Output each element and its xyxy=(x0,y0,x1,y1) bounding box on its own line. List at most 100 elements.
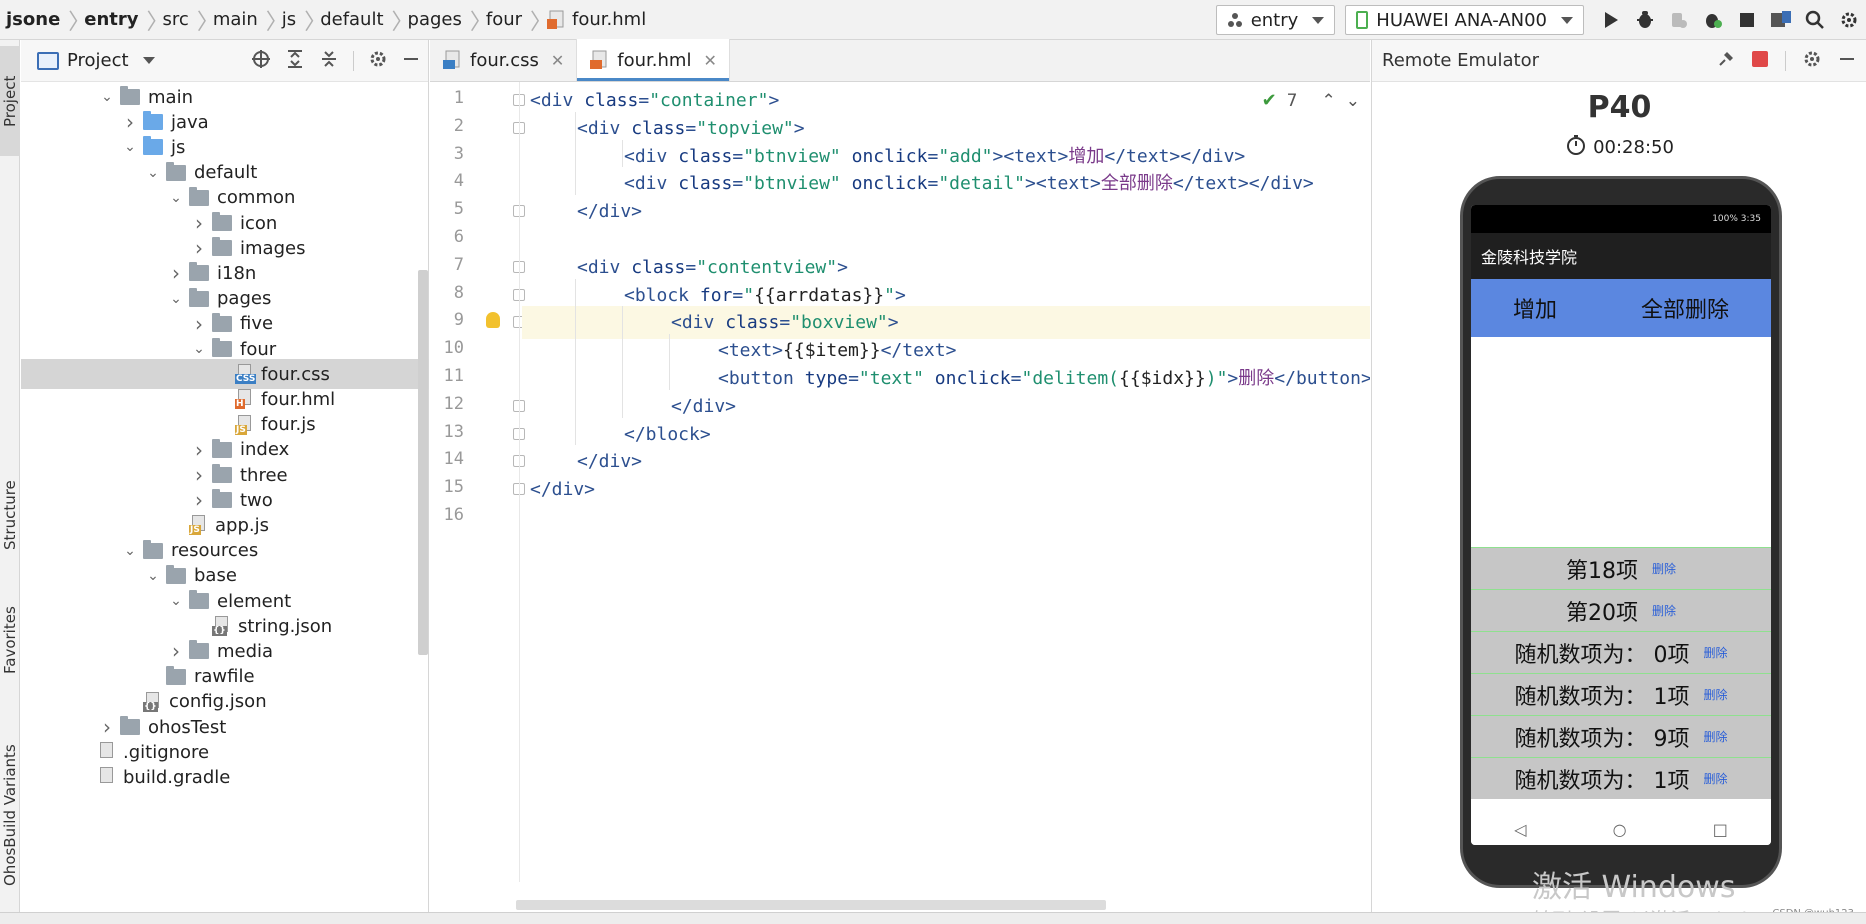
breadcrumb-item[interactable]: default xyxy=(314,0,391,40)
structure-tool-tab[interactable]: Structure xyxy=(0,460,20,570)
delete-item-button[interactable]: 删除 xyxy=(1703,686,1727,703)
line-number: 15 xyxy=(443,477,464,498)
tree-item-label: base xyxy=(194,565,237,587)
tree-item-label: icon xyxy=(240,212,278,234)
device-manager-icon[interactable] xyxy=(1764,0,1798,40)
breadcrumb-item[interactable]: pages xyxy=(402,0,470,40)
folder-icon xyxy=(189,186,209,206)
stop-icon[interactable] xyxy=(1730,0,1764,40)
code-token: > xyxy=(887,312,899,334)
close-icon[interactable]: ✕ xyxy=(703,51,716,70)
breadcrumb-item[interactable]: four.hml xyxy=(540,0,654,40)
delete-item-button[interactable]: 删除 xyxy=(1652,560,1676,577)
list-item-text: 随机数项为： 1项 xyxy=(1514,684,1690,710)
add-button[interactable]: 增加 xyxy=(1513,292,1557,324)
breadcrumb-item[interactable]: four xyxy=(480,0,530,40)
collapse-all-icon[interactable] xyxy=(319,49,339,74)
recents-icon[interactable]: □ xyxy=(1713,820,1728,839)
code-token: </text> xyxy=(880,340,957,362)
code-token: > xyxy=(793,117,805,139)
debug-icon[interactable] xyxy=(1628,0,1662,40)
delete-item-button[interactable]: 删除 xyxy=(1652,602,1676,619)
code-token: > xyxy=(768,90,780,111)
code-token: </text></div> xyxy=(1172,173,1314,195)
list-item-text: 第20项 xyxy=(1565,600,1638,626)
breadcrumb-item[interactable]: jsone xyxy=(0,0,68,40)
css-file-icon: CSS xyxy=(235,364,257,385)
breadcrumb-item[interactable]: main xyxy=(207,0,266,40)
device-selector[interactable]: HUAWEI ANA-AN00 xyxy=(1345,5,1584,35)
code-token: class xyxy=(631,256,686,278)
breadcrumb-separator: 〉 xyxy=(265,9,288,35)
code-line[interactable] xyxy=(522,501,1370,534)
code-token: </text></div> xyxy=(1104,145,1246,167)
list-item: 第18项 删除 xyxy=(1471,547,1771,589)
project-tool-tab[interactable]: Project xyxy=(0,46,20,156)
status-bar: 100% 3:35 xyxy=(1471,205,1771,233)
code-token: ><text> xyxy=(1025,173,1101,195)
search-icon[interactable] xyxy=(1798,0,1832,40)
editor-tab[interactable]: four.hml ✕ xyxy=(577,39,730,81)
code-token: </block> xyxy=(624,423,711,445)
delete-item-button[interactable]: 删除 xyxy=(1703,644,1727,661)
list-item-text: 随机数项为： 0项 xyxy=(1514,642,1690,668)
breadcrumb-item[interactable]: src xyxy=(157,0,197,40)
delete-item-button[interactable]: 删除 xyxy=(1703,728,1727,745)
hide-panel-icon[interactable] xyxy=(402,50,420,73)
tree-item-label: .gitignore xyxy=(123,741,210,763)
expand-all-icon[interactable] xyxy=(285,49,305,74)
project-panel-title[interactable]: Project xyxy=(67,50,129,71)
chevron-up-icon[interactable]: ⌃ xyxy=(1322,91,1336,111)
settings-icon[interactable] xyxy=(1832,0,1866,40)
code-token: class xyxy=(631,117,686,139)
phone-screen[interactable]: 100% 3:35 金陵科技学院 增加 全部删除 第18项 删除 第20项 删除 随机数… xyxy=(1471,205,1771,845)
tree-item[interactable]: build.gradle xyxy=(21,762,429,792)
inspection-widget[interactable]: ✔ 7 ⌃ ⌄ xyxy=(1262,90,1360,111)
code-token: = xyxy=(927,145,939,167)
chevron-down-icon[interactable] xyxy=(142,57,155,64)
build-variants-tool-tab[interactable]: OhosBuild Variants xyxy=(0,715,20,915)
locate-icon[interactable] xyxy=(251,49,271,74)
favorites-tool-tab[interactable]: Favorites xyxy=(0,585,20,695)
module-selector[interactable]: entry xyxy=(1215,5,1336,35)
pin-icon[interactable] xyxy=(1717,50,1735,73)
delete-item-button[interactable]: 删除 xyxy=(1703,770,1727,787)
run-icon[interactable] xyxy=(1594,0,1628,40)
profiler-icon[interactable] xyxy=(1696,0,1730,40)
timer-icon xyxy=(1565,134,1587,161)
breadcrumb-item[interactable]: entry xyxy=(78,0,146,40)
delete-all-button[interactable]: 全部删除 xyxy=(1641,292,1729,324)
tree-item-label: media xyxy=(217,640,274,662)
gear-icon[interactable] xyxy=(1802,49,1822,74)
breadcrumb-separator: 〉 xyxy=(196,9,219,35)
chevron-down-icon[interactable]: ⌄ xyxy=(1346,91,1360,111)
hide-panel-icon[interactable] xyxy=(1838,50,1856,73)
lightbulb-icon[interactable] xyxy=(486,312,500,329)
close-icon[interactable]: ✕ xyxy=(551,51,564,70)
stop-emulator-icon[interactable] xyxy=(1751,50,1769,73)
folder-icon xyxy=(143,111,163,131)
folder-icon xyxy=(166,665,186,685)
code-area[interactable]: <div class="container"> <div class="topvi… xyxy=(522,82,1370,862)
tree-item-label: config.json xyxy=(169,691,267,713)
code-token: class xyxy=(584,90,639,111)
editor-horizontal-scrollbar[interactable] xyxy=(516,900,1106,910)
top-view: 增加 全部删除 xyxy=(1471,279,1771,337)
back-icon[interactable]: ◁ xyxy=(1514,820,1526,839)
project-panel-header: Project xyxy=(21,40,428,82)
line-number: 3 xyxy=(453,143,464,164)
breadcrumb-item[interactable]: js xyxy=(276,0,304,40)
tree-item-label: four xyxy=(240,338,277,360)
editor-tab[interactable]: four.css ✕ xyxy=(430,39,578,81)
folder-icon xyxy=(189,640,209,660)
home-icon[interactable]: ○ xyxy=(1613,820,1627,839)
indent-guide xyxy=(622,306,623,418)
tree-item-label: string.json xyxy=(238,615,333,637)
project-scrollbar[interactable] xyxy=(418,270,428,655)
attach-debugger-icon[interactable] xyxy=(1662,0,1696,40)
gear-icon[interactable] xyxy=(368,49,388,74)
hml-file-icon xyxy=(589,50,609,70)
code-token: <button xyxy=(718,368,805,389)
code-editor: four.css ✕ four.hml ✕ 1 2 3 4 5 6 7 8 9 10 11 12 13 14 15… xyxy=(430,39,1370,924)
tree-item-label: four.hml xyxy=(261,388,336,410)
